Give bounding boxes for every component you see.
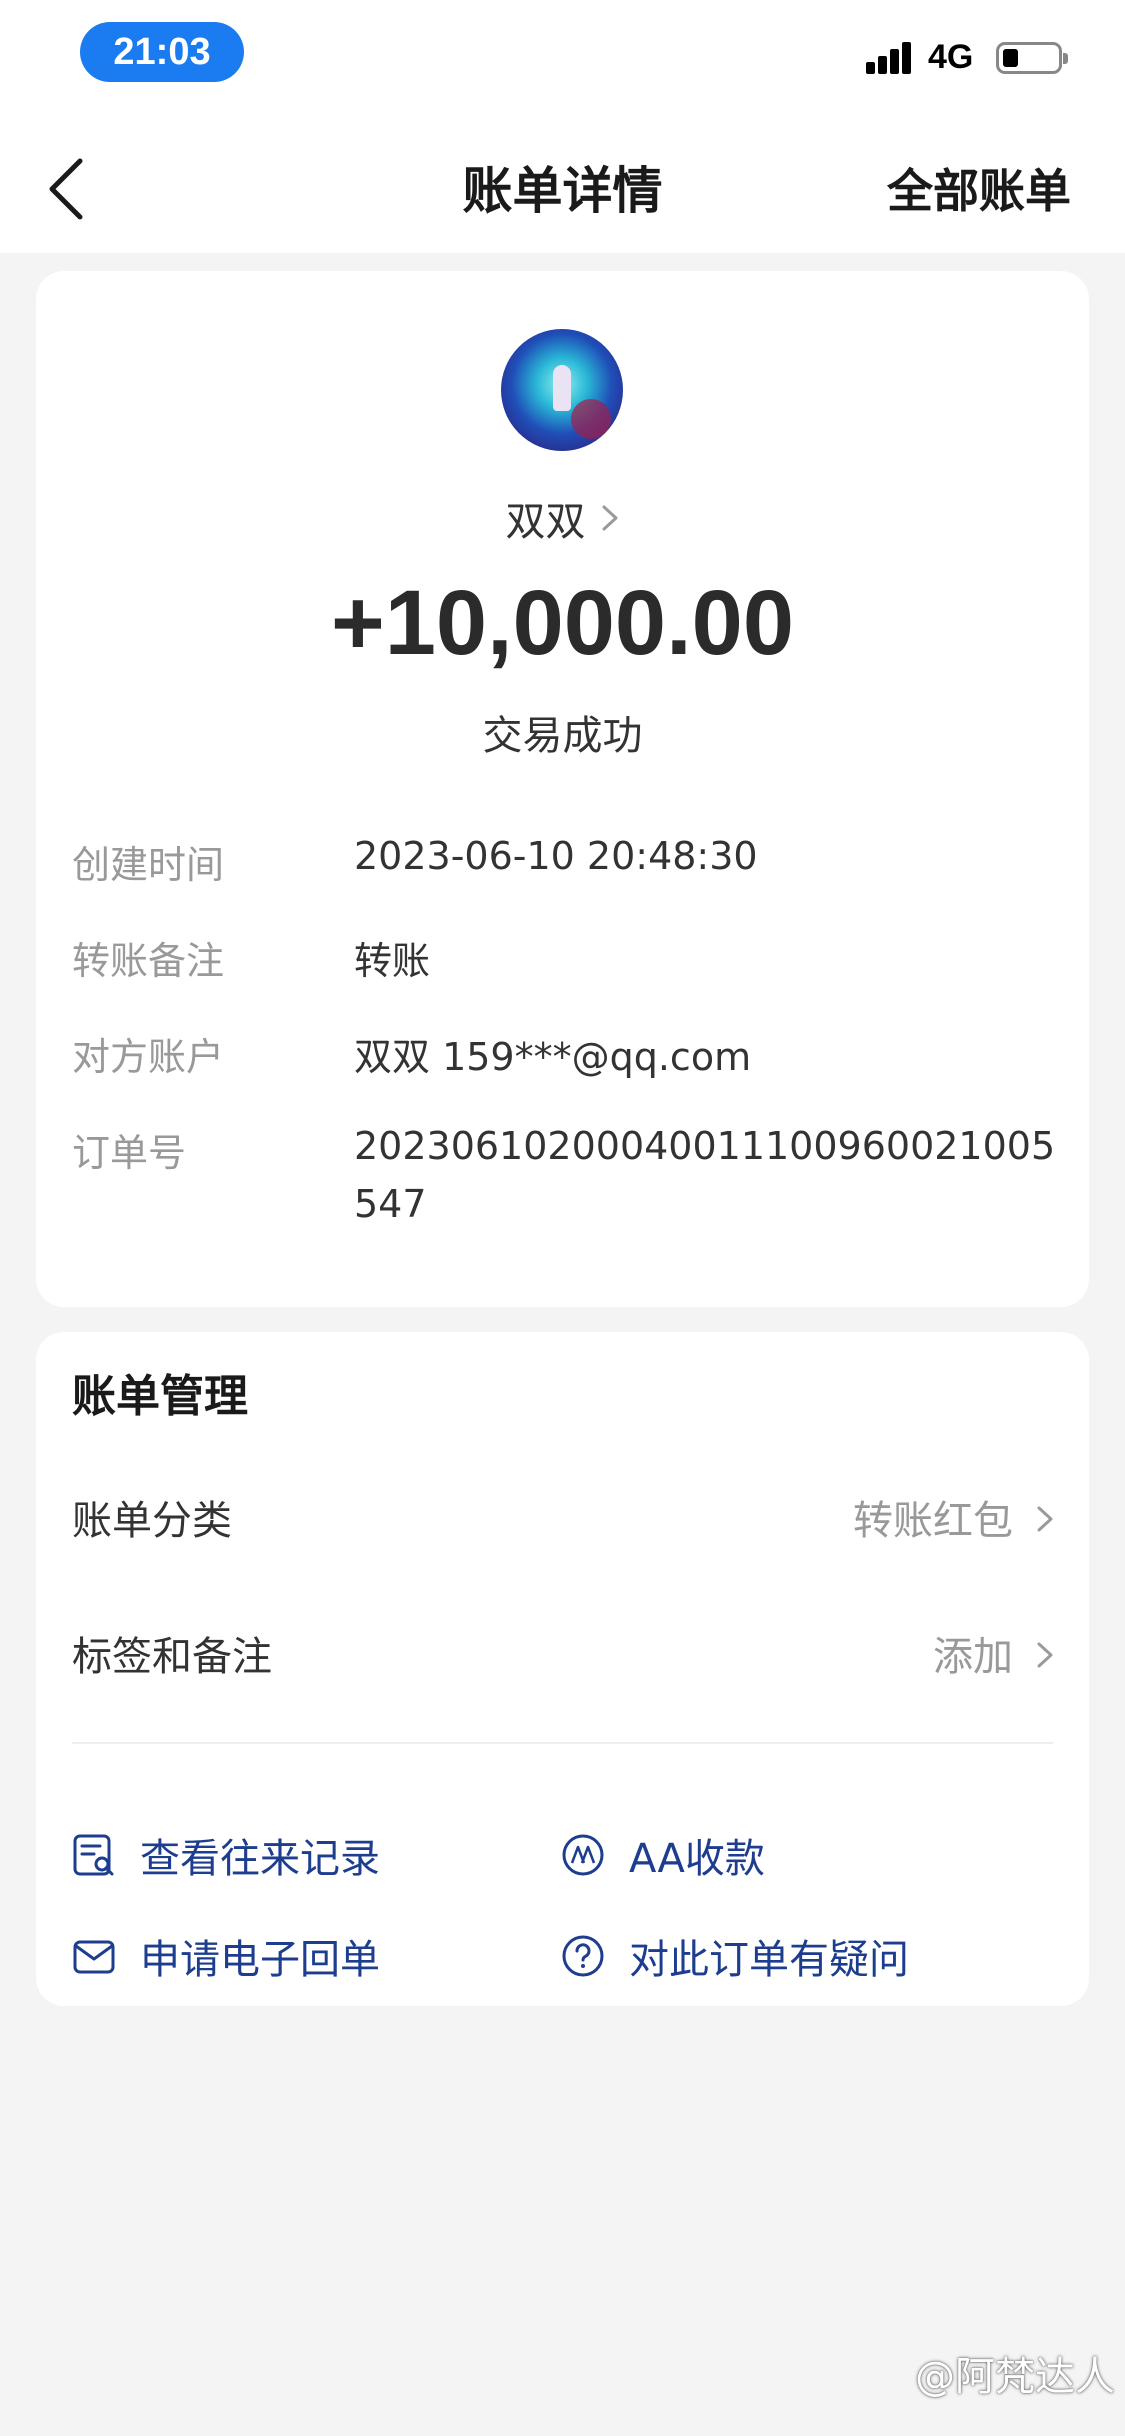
aa-collect-button[interactable]: AA收款: [561, 1822, 765, 1888]
tags-notes-row[interactable]: 标签和备注 添加: [36, 1608, 1089, 1698]
created-time-value: 2023-06-10 20:48:30: [354, 834, 758, 878]
network-type: 4G: [928, 38, 974, 76]
records-icon: [72, 1833, 116, 1877]
created-time-label: 创建时间: [72, 843, 225, 887]
chevron-right-icon: [1037, 1506, 1053, 1532]
e-receipt-label: 申请电子回单: [140, 1937, 380, 1983]
bill-management-card: 账单管理 账单分类 转账红包 标签和备注 添加 查看往来记录 AA收款 申请电子…: [36, 1332, 1089, 2006]
bill-category-row[interactable]: 账单分类 转账红包: [36, 1472, 1089, 1562]
aa-icon: [561, 1833, 605, 1877]
transfer-note-value: 转账: [354, 939, 431, 983]
section-title: 账单管理: [72, 1371, 248, 1422]
e-receipt-button[interactable]: 申请电子回单: [72, 1923, 380, 1989]
order-number-label: 订单号: [72, 1131, 187, 1175]
avatar[interactable]: [501, 329, 623, 451]
view-records-button[interactable]: 查看往来记录: [72, 1822, 380, 1888]
watermark: @阿梵达人: [915, 2354, 1115, 2400]
tags-notes-value: 添加: [933, 1634, 1013, 1680]
aa-collect-label: AA收款: [629, 1836, 765, 1882]
counterparty-account-value: 双双 159***@qq.com: [354, 1035, 752, 1079]
chevron-right-icon: [602, 505, 617, 531]
counterparty-name: 双双: [505, 499, 586, 545]
transaction-amount: +10,000.00: [330, 572, 794, 674]
battery-icon: [996, 42, 1068, 74]
counterparty-account-label: 对方账户: [72, 1035, 225, 1079]
bill-category-label: 账单分类: [72, 1498, 232, 1544]
transaction-status: 交易成功: [482, 713, 643, 759]
counterparty-link[interactable]: 双双: [36, 489, 1089, 547]
transfer-note-label: 转账备注: [72, 939, 225, 983]
divider: [72, 1742, 1053, 1744]
navbar: 账单详情 全部账单: [0, 115, 1125, 253]
bill-category-value: 转账红包: [853, 1498, 1013, 1544]
order-number-value: 20230610200040011100960021005547: [354, 1124, 1056, 1226]
order-question-button[interactable]: 对此订单有疑问: [561, 1923, 909, 1989]
question-icon: [561, 1934, 605, 1978]
view-records-label: 查看往来记录: [140, 1836, 380, 1882]
signal-icon: [866, 40, 914, 74]
mail-icon: [72, 1934, 116, 1978]
tags-notes-label: 标签和备注: [72, 1634, 272, 1680]
chevron-right-icon: [1037, 1642, 1053, 1668]
order-question-label: 对此订单有疑问: [629, 1937, 909, 1983]
status-time: 21:03: [80, 22, 244, 82]
all-bills-button[interactable]: 全部账单: [887, 155, 1071, 221]
status-bar: 21:03 4G: [0, 0, 1125, 115]
transaction-card: 双双 +10,000.00 交易成功 创建时间 2023-06-10 20:48…: [36, 271, 1089, 1307]
